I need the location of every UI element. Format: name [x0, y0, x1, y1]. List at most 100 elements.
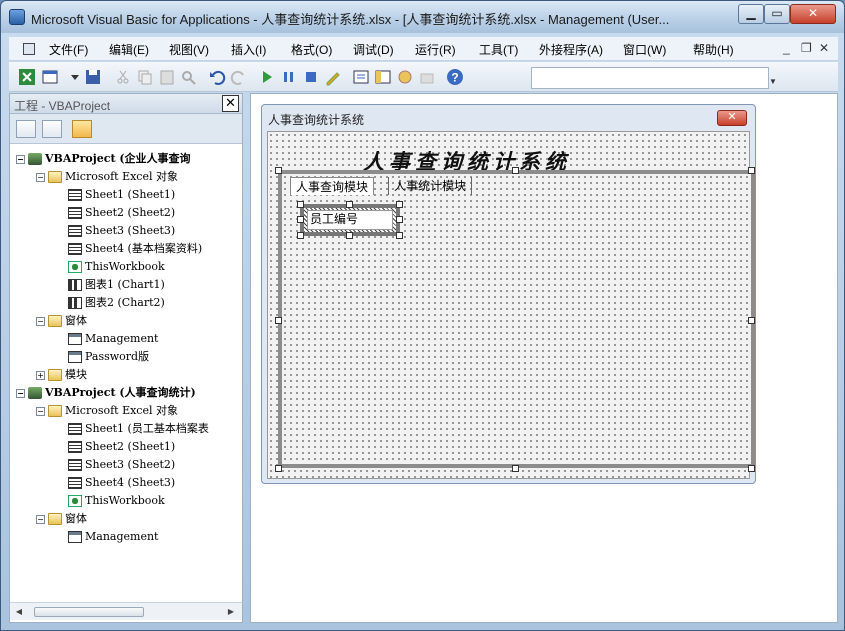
resize-handle[interactable] — [297, 216, 304, 223]
resize-handle[interactable] — [297, 201, 304, 208]
tree-node[interactable]: Sheet1 (Sheet1) — [56, 186, 175, 203]
project-panel-header[interactable]: 工程 - VBAProject ✕ — [10, 94, 242, 114]
menu-tools[interactable]: 工具(T) — [479, 41, 518, 58]
mdi-minimize-button[interactable]: _ — [783, 41, 790, 55]
dropdown-arrow-icon[interactable] — [65, 67, 85, 87]
help-icon[interactable]: ? — [445, 67, 465, 87]
minimize-button[interactable]: ▁ — [738, 4, 764, 24]
multipage-resize-handle[interactable] — [512, 167, 519, 174]
collapse-icon[interactable]: − — [36, 316, 45, 326]
collapse-icon[interactable]: − — [36, 514, 45, 524]
resize-handle[interactable] — [396, 232, 403, 239]
resize-handle[interactable] — [346, 232, 353, 239]
title-bar[interactable]: Microsoft Visual Basic for Applications … — [1, 1, 844, 33]
tree-node[interactable]: Sheet4 (Sheet3) — [56, 474, 175, 491]
excel-icon[interactable] — [17, 67, 37, 87]
run-icon[interactable] — [257, 67, 277, 87]
undo-icon[interactable] — [207, 67, 227, 87]
menu-format[interactable]: 格式(O) — [291, 41, 332, 58]
save-icon[interactable] — [83, 67, 103, 87]
tree-node[interactable]: 图表2 (Chart2) — [56, 294, 165, 311]
multipage-resize-handle[interactable] — [748, 317, 755, 324]
document-menu-icon[interactable] — [23, 43, 35, 55]
tree-node[interactable]: − 窗体 — [36, 510, 87, 527]
tree-node[interactable]: Management — [56, 528, 158, 545]
design-mode-icon[interactable] — [323, 67, 343, 87]
properties-icon[interactable] — [373, 67, 393, 87]
view-object-button[interactable] — [42, 120, 62, 138]
menu-run[interactable]: 运行(R) — [415, 41, 456, 58]
collapse-icon[interactable]: − — [16, 154, 25, 164]
menu-addins[interactable]: 外接程序(A) — [539, 41, 603, 58]
tree-node[interactable]: Sheet3 (Sheet2) — [56, 456, 175, 473]
menu-insert[interactable]: 插入(I) — [231, 41, 266, 58]
project-explorer-icon[interactable] — [351, 67, 371, 87]
mdi-restore-button[interactable]: ❐ — [801, 41, 812, 55]
tree-node[interactable]: Sheet4 (基本档案资料) — [56, 240, 202, 257]
userform-close-button[interactable]: ✕ — [717, 110, 747, 126]
menu-file[interactable]: 文件(F) — [49, 41, 88, 58]
menu-view[interactable]: 视图(V) — [169, 41, 209, 58]
close-button[interactable]: ✕ — [790, 4, 836, 24]
tree-node[interactable]: + 模块 — [36, 366, 87, 383]
object-browser-icon[interactable] — [395, 67, 415, 87]
tree-node[interactable]: Sheet3 (Sheet3) — [56, 222, 175, 239]
tree-horizontal-scrollbar[interactable]: ◀ ▶ — [10, 602, 242, 620]
menu-debug[interactable]: 调试(D) — [353, 41, 394, 58]
collapse-icon[interactable]: − — [16, 388, 25, 398]
scroll-right-icon[interactable]: ▶ — [224, 606, 238, 618]
tab-query-module[interactable]: 人事查询模块 — [290, 177, 375, 195]
tree-node[interactable]: Password版 — [56, 348, 149, 365]
break-icon[interactable] — [279, 67, 299, 87]
multipage-resize-handle[interactable] — [748, 465, 755, 472]
project-panel-close-button[interactable]: ✕ — [222, 95, 239, 112]
expand-icon[interactable]: + — [36, 370, 45, 380]
maximize-button[interactable]: ▭ — [764, 4, 790, 24]
toggle-folders-button[interactable] — [72, 120, 92, 138]
userform-window[interactable]: 人事查询统计系统 ✕ 人事查询统计系统 人事查询模块 人事统计模块 员工编号 — [261, 104, 756, 484]
tree-node[interactable]: ThisWorkbook — [56, 492, 165, 509]
tree-node[interactable]: − VBAProject (企业人事查询 — [16, 150, 191, 167]
tree-node[interactable]: Sheet1 (员工基本档案表 — [56, 420, 209, 437]
employee-id-label[interactable]: 员工编号 — [307, 210, 393, 230]
multipage-resize-handle[interactable] — [748, 167, 755, 174]
mdi-close-button[interactable]: ✕ — [819, 41, 829, 55]
menu-edit[interactable]: 编辑(E) — [109, 41, 149, 58]
folder-icon — [48, 315, 62, 327]
tree-node[interactable]: − 窗体 — [36, 312, 87, 329]
tree-node-label: Sheet4 (基本档案资料) — [85, 242, 203, 255]
multipage-resize-handle[interactable] — [275, 465, 282, 472]
multipage-page[interactable]: 人事查询模块 人事统计模块 员工编号 — [282, 174, 751, 464]
view-code-button[interactable] — [16, 120, 36, 138]
reset-icon[interactable] — [301, 67, 321, 87]
tree-node-label: 窗体 — [65, 512, 87, 525]
tree-node[interactable]: Sheet2 (Sheet1) — [56, 438, 175, 455]
multipage-resize-handle[interactable] — [275, 317, 282, 324]
toolbar-options-icon[interactable]: ▼ — [769, 67, 779, 89]
resize-handle[interactable] — [346, 201, 353, 208]
tree-node[interactable]: 图表1 (Chart1) — [56, 276, 165, 293]
tree-node[interactable]: − Microsoft Excel 对象 — [36, 168, 178, 185]
multipage-resize-handle[interactable] — [275, 167, 282, 174]
insert-userform-icon[interactable] — [41, 67, 61, 87]
menu-window[interactable]: 窗口(W) — [623, 41, 666, 58]
tree-node[interactable]: ThisWorkbook — [56, 258, 165, 275]
menu-help[interactable]: 帮助(H) — [693, 41, 734, 58]
multipage-control[interactable]: 人事查询模块 人事统计模块 员工编号 — [278, 170, 755, 468]
collapse-icon[interactable]: − — [36, 406, 45, 416]
resize-handle[interactable] — [396, 216, 403, 223]
scroll-left-icon[interactable]: ◀ — [12, 606, 26, 618]
userform-canvas[interactable]: 人事查询统计系统 人事查询模块 人事统计模块 员工编号 — [267, 131, 755, 479]
standard-toolbar: ? ▼ — [9, 62, 838, 92]
tree-node[interactable]: − Microsoft Excel 对象 — [36, 402, 178, 419]
scroll-thumb[interactable] — [34, 607, 144, 617]
tree-node[interactable]: − VBAProject (人事查询统计) — [16, 384, 196, 401]
position-field[interactable] — [531, 67, 769, 89]
tab-statistics-module[interactable]: 人事统计模块 — [388, 177, 473, 195]
tree-node[interactable]: Management — [56, 330, 158, 347]
collapse-icon[interactable]: − — [36, 172, 45, 182]
multipage-resize-handle[interactable] — [512, 465, 519, 472]
resize-handle[interactable] — [396, 201, 403, 208]
resize-handle[interactable] — [297, 232, 304, 239]
tree-node[interactable]: Sheet2 (Sheet2) — [56, 204, 175, 221]
